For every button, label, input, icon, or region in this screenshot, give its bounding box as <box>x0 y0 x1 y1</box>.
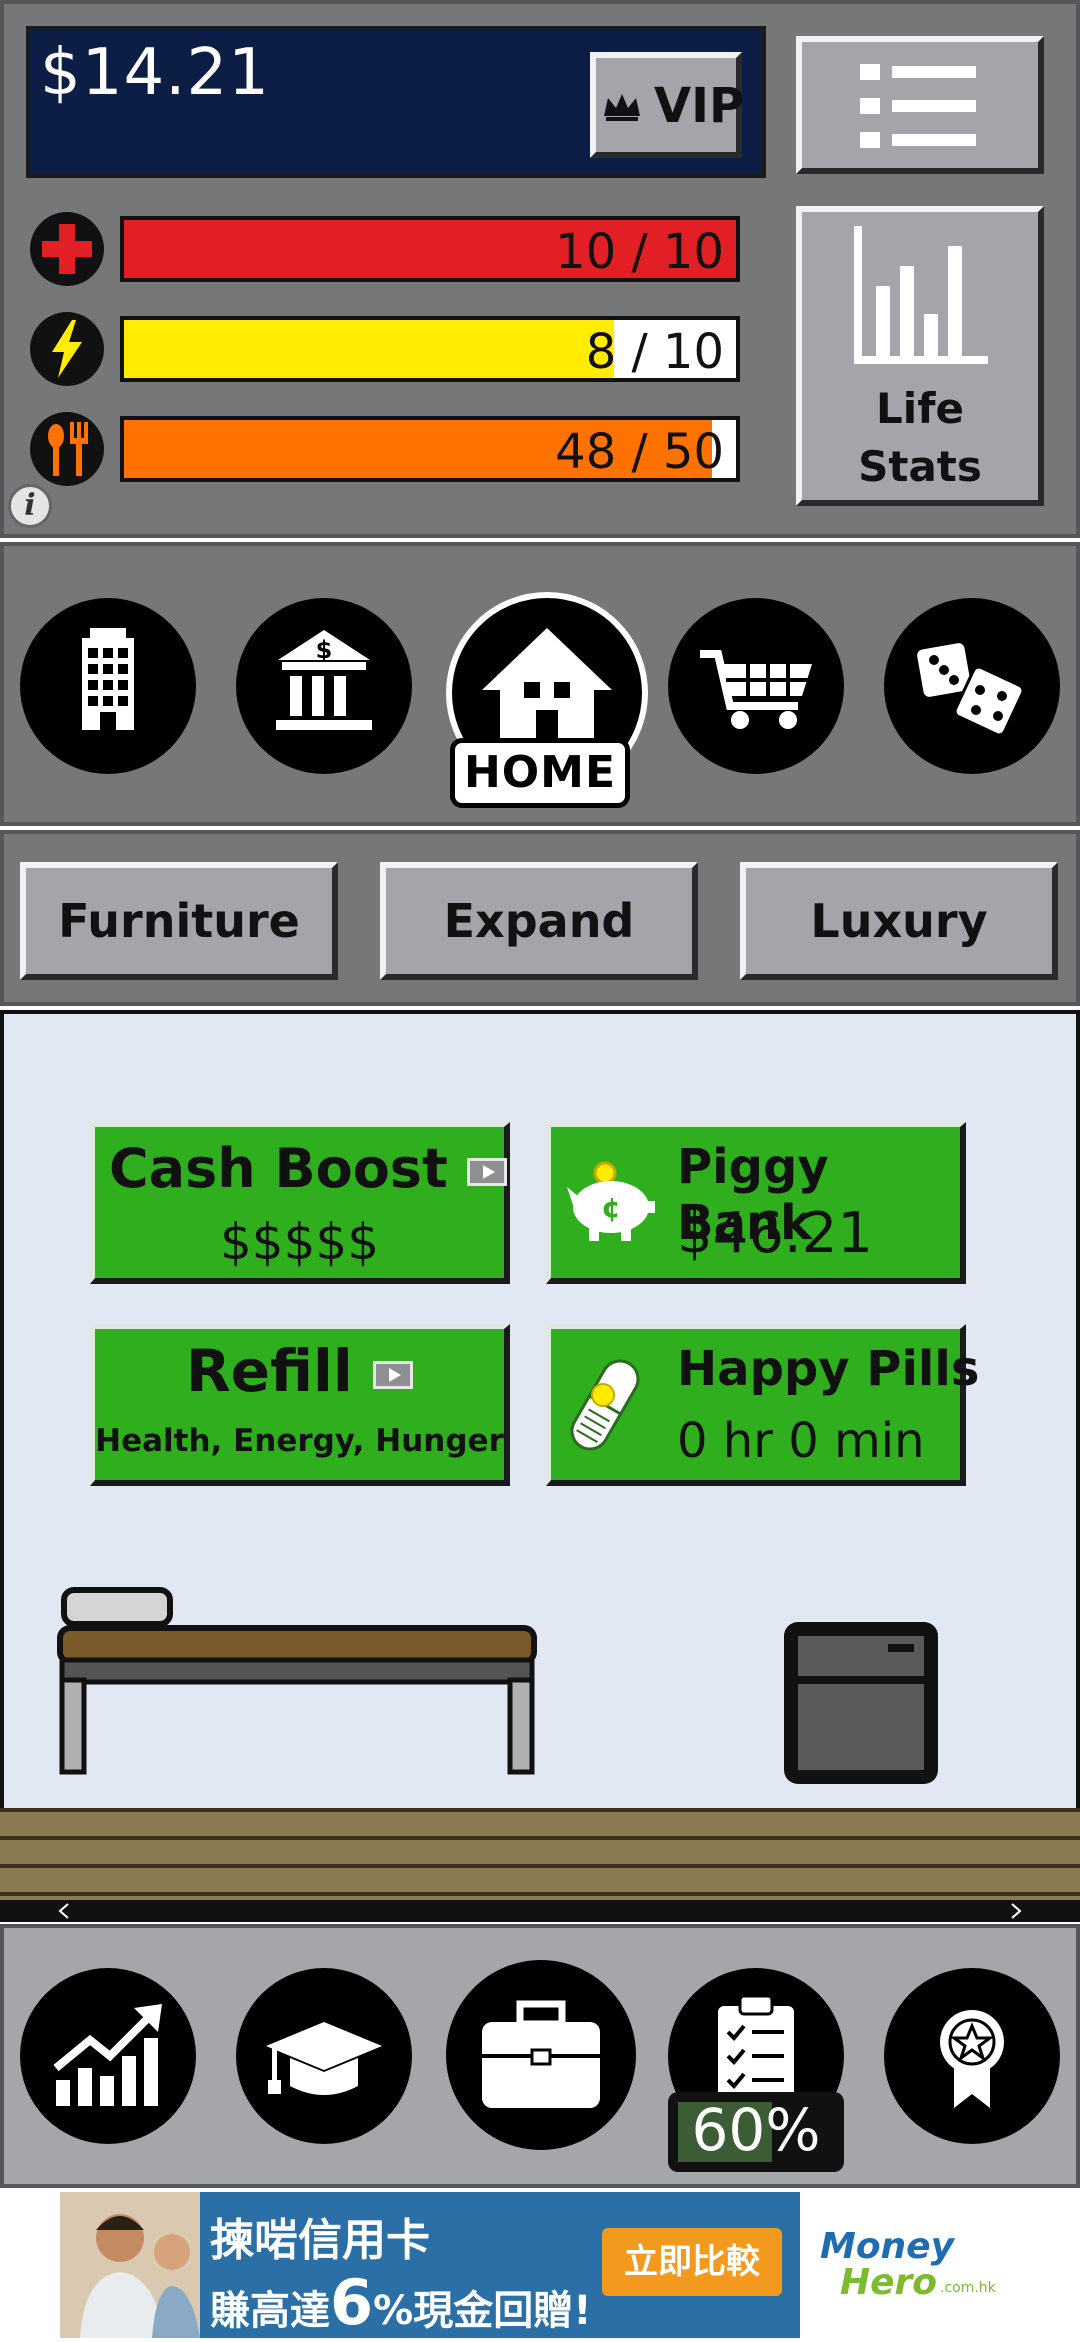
svg-text:$: $ <box>316 636 333 664</box>
ad-subline-prefix: 賺高達 <box>210 2288 330 2334</box>
investment-chart-icon[interactable] <box>20 1968 196 2144</box>
ad-photo <box>60 2192 200 2338</box>
energy-bar-fill <box>124 320 614 378</box>
dice-icon[interactable] <box>884 598 1060 774</box>
health-bar: 10 / 10 <box>120 216 740 282</box>
fork-spoon-icon <box>30 412 104 486</box>
video-play-icon <box>372 1360 413 1389</box>
award-ribbon-icon[interactable] <box>884 1968 1060 2144</box>
room-scrollbar[interactable] <box>0 1900 1080 1922</box>
money-balance: $14.21 <box>40 36 270 110</box>
life-stats-label: Life Stats <box>802 380 1038 496</box>
mini-fridge-furniture[interactable] <box>780 1618 942 1788</box>
happy-pills-time: 0 hr 0 min <box>677 1413 925 1469</box>
hunger-bar: 48 / 50 <box>120 416 740 482</box>
ad-brand-hero: Hero <box>840 2262 938 2303</box>
refill-subtitle: Health, Energy, Hunger <box>95 1423 504 1459</box>
tab-furniture-label: Furniture <box>58 894 300 948</box>
task-progress-text: 60% <box>691 2096 821 2164</box>
energy-bar: 8 / 10 <box>120 316 740 382</box>
ad-brand-domain: .com.hk <box>940 2280 996 2296</box>
cash-boost-subtitle: $$$$$ <box>219 1213 380 1271</box>
lightning-icon <box>30 312 104 386</box>
crown-icon <box>604 94 640 121</box>
bank-icon[interactable]: $ <box>236 598 412 774</box>
video-play-icon <box>466 1158 507 1187</box>
menu-button[interactable] <box>796 36 1044 174</box>
vip-label: VIP <box>654 78 745 134</box>
ad-cta-button[interactable]: 立即比較 <box>602 2228 782 2296</box>
life-stats-line2: Stats <box>858 442 982 491</box>
tab-luxury-label: Luxury <box>810 894 988 948</box>
happy-pills-card[interactable]: Happy Pills 0 hr 0 min <box>546 1324 979 1486</box>
tab-furniture[interactable]: Furniture <box>20 862 338 980</box>
piggy-bank-icon: ¢ <box>567 1161 655 1241</box>
cash-boost-title: Cash Boost <box>109 1137 448 1200</box>
ad-subline-number: 6 <box>330 2266 374 2339</box>
ad-headline: 揀啱信用卡 <box>210 2215 430 2266</box>
life-stats-button[interactable]: Life Stats <box>796 206 1044 506</box>
svg-text:¢: ¢ <box>601 1191 620 1224</box>
bar-chart-icon <box>854 226 988 364</box>
refill-card[interactable]: Refill Health, Energy, Hunger <box>90 1324 510 1486</box>
piggy-bank-amount: $46.21 <box>677 1201 873 1266</box>
tab-expand-label: Expand <box>443 894 635 948</box>
life-stats-line1: Life <box>876 384 964 433</box>
happy-pills-title: Happy Pills <box>677 1341 980 1397</box>
piggy-bank-card[interactable]: ¢ Piggy Bank $46.21 <box>546 1122 966 1284</box>
health-value: 10 / 10 <box>555 224 724 280</box>
scroll-right-icon[interactable] <box>1008 1902 1024 1920</box>
floor <box>0 1808 1080 1904</box>
tab-expand[interactable]: Expand <box>380 862 698 980</box>
info-icon[interactable]: i <box>8 484 52 528</box>
ad-brand-logo: Money Hero .com.hk <box>800 2192 1020 2338</box>
graduation-cap-icon[interactable] <box>236 1968 412 2144</box>
ad-brand-money: Money <box>820 2226 955 2267</box>
cash-boost-card[interactable]: Cash Boost $$$$$ <box>90 1122 510 1284</box>
refill-title: Refill <box>186 1337 353 1405</box>
bed-furniture[interactable] <box>56 1586 544 1778</box>
list-menu-icon <box>860 64 976 148</box>
hunger-value: 48 / 50 <box>555 424 724 480</box>
pill-capsule-icon <box>570 1359 640 1451</box>
energy-value: 8 / 10 <box>585 324 724 380</box>
ad-subline: 賺高達6%現金回贈! <box>210 2266 591 2339</box>
shopping-cart-icon[interactable] <box>668 598 844 774</box>
scroll-left-icon[interactable] <box>56 1902 72 1920</box>
ad-subline-suffix: %現金回贈! <box>373 2288 592 2334</box>
health-cross-icon <box>30 212 104 286</box>
home-label: HOME <box>450 738 630 808</box>
briefcase-icon[interactable] <box>446 1960 636 2150</box>
tab-luxury[interactable]: Luxury <box>740 862 1058 980</box>
vip-button[interactable]: VIP <box>590 52 745 158</box>
office-building-icon[interactable] <box>20 598 196 774</box>
